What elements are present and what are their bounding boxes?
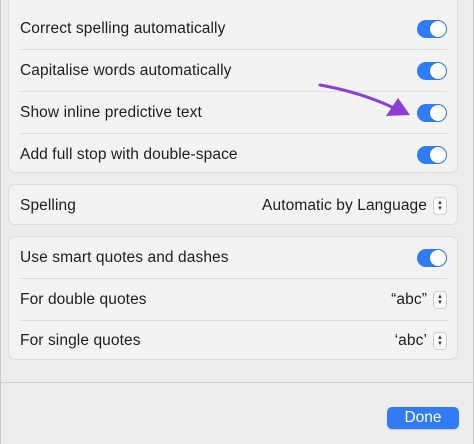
inline-predictive-text-label: Show inline predictive text	[20, 103, 202, 121]
row-smart-quotes[interactable]: Use smart quotes and dashes	[20, 237, 447, 279]
inline-predictive-text-toggle[interactable]	[417, 103, 447, 122]
full-stop-double-space-toggle[interactable]	[417, 145, 447, 164]
correct-spelling-label: Correct spelling automatically	[20, 19, 226, 37]
spelling-label: Spelling	[20, 196, 76, 214]
row-double-quotes: For double quotes “abc” ▲ ▼	[20, 279, 447, 321]
correct-spelling-toggle[interactable]	[417, 19, 447, 38]
toggle-knob	[430, 146, 446, 163]
footer-divider	[1, 382, 473, 383]
capitalise-words-label: Capitalise words automatically	[20, 61, 232, 79]
spelling-popup-button[interactable]: Automatic by Language ▲ ▼	[262, 196, 447, 215]
smart-quotes-toggle[interactable]	[417, 248, 447, 267]
single-quotes-value: ‘abc’	[394, 331, 427, 349]
done-button[interactable]: Done	[387, 407, 459, 429]
toggle-knob	[430, 104, 446, 121]
row-single-quotes: For single quotes ‘abc’ ▲ ▼	[20, 320, 447, 361]
toggle-knob	[430, 249, 446, 266]
up-down-chevron-icon: ▲ ▼	[433, 290, 447, 309]
row-correct-spelling[interactable]: Correct spelling automatically	[20, 8, 447, 50]
up-down-chevron-icon: ▲ ▼	[433, 331, 447, 350]
keyboard-text-input-settings-window: Correct spelling automatically Capitalis…	[0, 0, 474, 444]
smart-quotes-label: Use smart quotes and dashes	[20, 248, 229, 266]
row-spelling: Spelling Automatic by Language ▲ ▼	[20, 185, 447, 226]
purple-arrow-icon	[318, 83, 410, 116]
single-quotes-popup-button[interactable]: ‘abc’ ▲ ▼	[394, 331, 447, 350]
up-down-chevron-icon: ▲ ▼	[433, 196, 447, 215]
capitalise-words-toggle[interactable]	[417, 61, 447, 80]
double-quotes-label: For double quotes	[20, 290, 147, 308]
single-quotes-label: For single quotes	[20, 331, 141, 349]
double-quotes-popup-button[interactable]: “abc” ▲ ▼	[391, 290, 447, 309]
row-full-stop-double-space[interactable]: Add full stop with double-space	[20, 134, 447, 175]
spelling-value: Automatic by Language	[262, 196, 427, 214]
quotes-group: Use smart quotes and dashes For double q…	[8, 236, 458, 360]
full-stop-double-space-label: Add full stop with double-space	[20, 145, 238, 163]
double-quotes-value: “abc”	[391, 290, 427, 308]
spelling-group: Spelling Automatic by Language ▲ ▼	[8, 184, 458, 225]
toggle-knob	[430, 62, 446, 79]
toggle-knob	[430, 20, 446, 37]
